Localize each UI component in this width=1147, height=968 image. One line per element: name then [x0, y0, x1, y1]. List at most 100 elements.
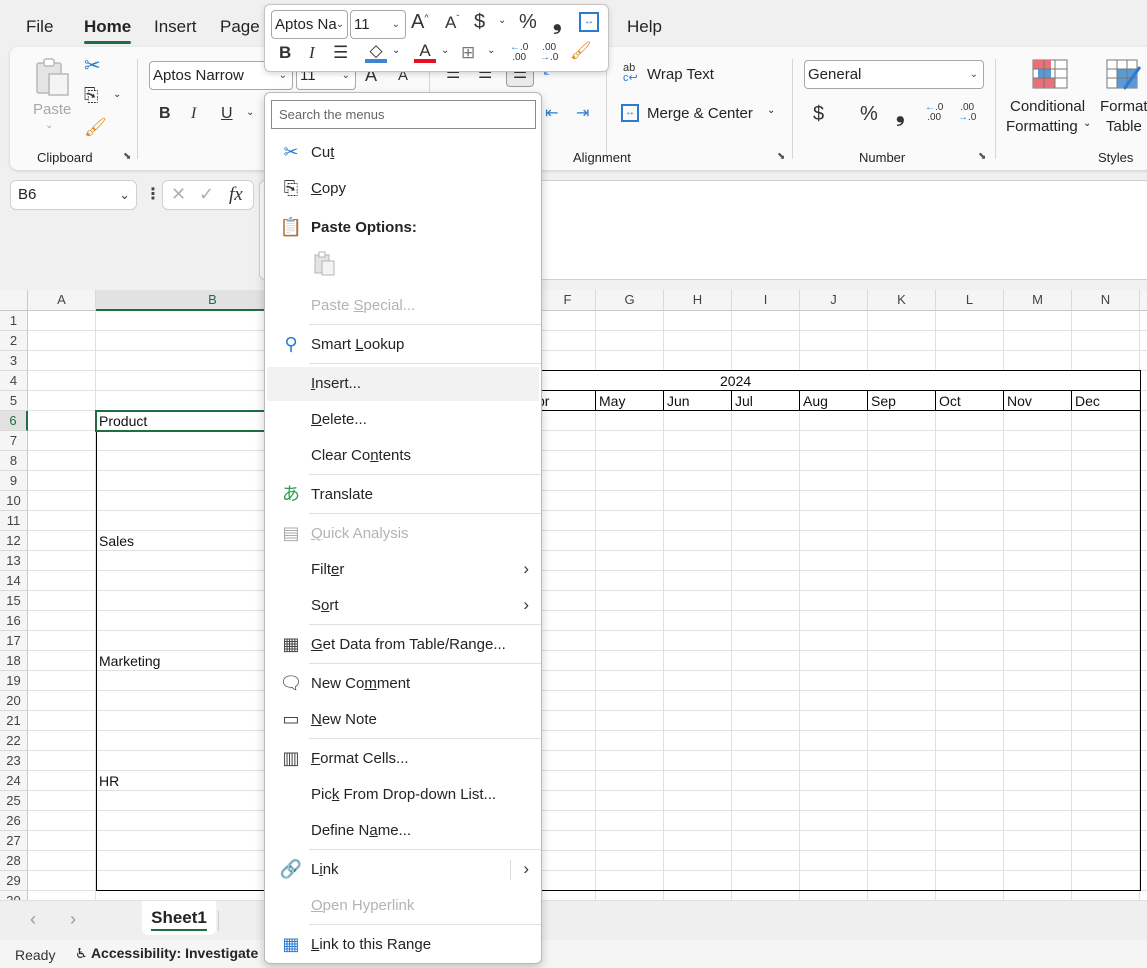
chevron-right-icon[interactable]: › [523, 595, 529, 615]
increase-decimal-icon[interactable]: ←.0.00 [510, 43, 528, 63]
format-painter-icon[interactable]: 🖌 [84, 117, 107, 138]
chevron-down-icon[interactable]: ⌄ [498, 15, 506, 26]
tab-help[interactable]: Help [627, 17, 662, 37]
currency-button[interactable]: $ [813, 103, 824, 126]
decrease-decimal-icon[interactable]: .00 →.0 [958, 103, 976, 123]
menu-item-cut[interactable]: ✂ Cut [267, 136, 539, 170]
menu-item-translate[interactable]: あ Translate [267, 478, 539, 512]
italic-button[interactable]: I [309, 43, 315, 63]
mini-font-name-combo[interactable]: Aptos Na ⌄ [271, 10, 348, 39]
chevron-down-icon[interactable]: ⌄ [392, 45, 400, 56]
column-header-a[interactable]: A [28, 290, 96, 311]
sheet-tab-sheet1[interactable]: Sheet1 [142, 901, 216, 935]
menu-item-link[interactable]: 🔗 Link › [267, 853, 539, 887]
chevron-down-icon[interactable]: ⌄ [441, 45, 449, 56]
category-label[interactable]: Marketing [96, 651, 160, 671]
row-header-1[interactable]: 1 [0, 311, 28, 331]
chevron-down-icon[interactable]: ⌄ [487, 45, 495, 56]
row-header-4[interactable]: 4 [0, 371, 28, 391]
row-header-13[interactable]: 13 [0, 551, 28, 571]
bold-button[interactable]: B [159, 105, 171, 123]
prev-sheet-icon[interactable]: ‹ [30, 909, 36, 930]
more-options-icon[interactable]: ⋮ [145, 184, 161, 204]
accessibility-status[interactable]: ♿︎ Accessibility: Investigate [75, 945, 258, 962]
row-header-6[interactable]: 6 [0, 411, 28, 431]
cancel-icon[interactable]: ✕ [171, 184, 186, 205]
number-launcher-icon[interactable]: ⬊ [978, 151, 990, 163]
row-header-11[interactable]: 11 [0, 511, 28, 531]
column-header-g[interactable]: G [596, 290, 664, 311]
row-header-12[interactable]: 12 [0, 531, 28, 551]
decrease-decimal-icon[interactable]: .00 →.0 [540, 43, 558, 63]
menu-item-delete[interactable]: Delete... [267, 403, 539, 437]
menu-item-quick-analysis[interactable]: ▤ Quick Analysis [267, 517, 539, 551]
bold-button[interactable]: B [279, 43, 291, 63]
column-header-h[interactable]: H [664, 290, 732, 311]
mini-font-size-combo[interactable]: 11 ⌄ [350, 10, 406, 39]
row-header-26[interactable]: 26 [0, 811, 28, 831]
column-header-k[interactable]: K [868, 290, 936, 311]
grow-font-icon[interactable]: A^ [411, 11, 429, 34]
tab-file[interactable]: File [26, 17, 53, 37]
row-header-10[interactable]: 10 [0, 491, 28, 511]
increase-decimal-icon[interactable]: ←.0.00 [925, 103, 943, 123]
name-box[interactable]: B6 ⌄ [10, 180, 137, 210]
merge-center-button[interactable]: ↔ Merge & Center ⌄ [621, 104, 781, 126]
row-header-14[interactable]: 14 [0, 571, 28, 591]
menu-item-open-hyperlink[interactable]: Open Hyperlink [267, 889, 539, 923]
row-header-18[interactable]: 18 [0, 651, 28, 671]
currency-button[interactable]: $ [474, 11, 485, 34]
decrease-indent-icon[interactable]: ⇤ [545, 103, 558, 123]
row-header-29[interactable]: 29 [0, 871, 28, 891]
increase-indent-icon[interactable]: ⇥ [576, 103, 589, 123]
menu-item-format-cells[interactable]: ▥ Format Cells... [267, 742, 539, 776]
row-header-15[interactable]: 15 [0, 591, 28, 611]
column-header-partial[interactable] [1140, 290, 1147, 311]
row-header-25[interactable]: 25 [0, 791, 28, 811]
italic-button[interactable]: I [191, 105, 196, 123]
insert-function-icon[interactable]: fx [229, 184, 243, 206]
tab-insert[interactable]: Insert [154, 17, 197, 37]
chevron-down-icon[interactable]: ⌄ [113, 89, 121, 100]
column-header-m[interactable]: M [1004, 290, 1072, 311]
shrink-font-icon[interactable]: Aˇ [445, 13, 459, 33]
wrap-text-button[interactable]: ab c↩ Wrap Text [623, 63, 743, 87]
menu-item-clear-contents[interactable]: Clear Contents [267, 439, 539, 473]
column-header-l[interactable]: L [936, 290, 1004, 311]
chevron-right-icon[interactable]: › [523, 559, 529, 579]
column-header-j[interactable]: J [800, 290, 868, 311]
row-header-27[interactable]: 27 [0, 831, 28, 851]
row-header-7[interactable]: 7 [0, 431, 28, 451]
menu-item-copy[interactable]: ⎘ Copy [267, 172, 539, 206]
row-header-16[interactable]: 16 [0, 611, 28, 631]
worksheet-grid[interactable]: ABCDEFGHIJKLMN12345678910111213141516171… [0, 290, 1147, 900]
row-header-28[interactable]: 28 [0, 851, 28, 871]
row-header-2[interactable]: 2 [0, 331, 28, 351]
tab-home[interactable]: Home [84, 17, 132, 44]
comma-button[interactable]: ❟ [553, 9, 562, 35]
fill-color-icon[interactable]: ◇ [365, 41, 387, 63]
menu-item-filter[interactable]: Filter › [267, 553, 539, 587]
menu-item-smart-lookup[interactable]: ⚲ Smart Lookup [267, 328, 539, 362]
menu-item-new-note[interactable]: ▭ New Note [267, 703, 539, 737]
underline-button[interactable]: U [221, 105, 233, 123]
row-header-22[interactable]: 22 [0, 731, 28, 751]
column-header-n[interactable]: N [1072, 290, 1140, 311]
column-header-f[interactable]: F [540, 290, 596, 311]
paste-option-keep-source-icon[interactable] [313, 251, 337, 277]
row-header-20[interactable]: 20 [0, 691, 28, 711]
copy-icon[interactable]: ⎘ [84, 85, 98, 106]
center-align-icon[interactable]: ☰ [333, 43, 348, 63]
format-as-table-button[interactable]: Format Table [1098, 57, 1147, 137]
chevron-right-icon[interactable]: › [523, 859, 529, 879]
select-all-corner[interactable] [0, 290, 28, 311]
clipboard-launcher-icon[interactable]: ⬊ [123, 151, 135, 163]
number-format-combo[interactable]: General ⌄ [804, 60, 984, 89]
percent-button[interactable]: % [519, 11, 537, 34]
menu-item-paste-special[interactable]: Paste Special... [267, 289, 539, 323]
row-header-8[interactable]: 8 [0, 451, 28, 471]
borders-icon[interactable]: ⊞ [461, 43, 475, 63]
row-header-17[interactable]: 17 [0, 631, 28, 651]
menu-item-link-to-this-range[interactable]: ▦ Link to this Range [267, 928, 539, 962]
column-header-i[interactable]: I [732, 290, 800, 311]
